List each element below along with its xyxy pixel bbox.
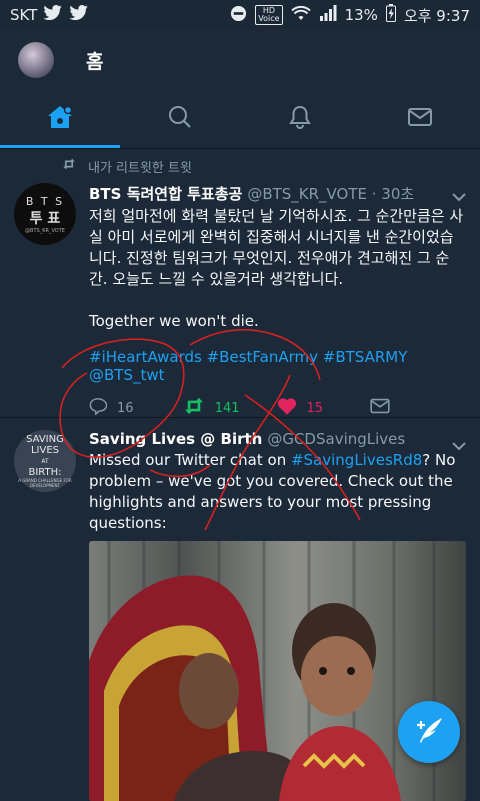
retweet-button[interactable]: 141: [183, 397, 277, 419]
hd-voice-badge: HD Voice: [255, 5, 283, 25]
avatar-text: @BTS_KR_VOTE: [25, 227, 65, 234]
saving-lives-avatar[interactable]: SAVING LIVES AT BIRTH: A GRAND CHALLENGE…: [14, 430, 76, 492]
signal-icon: [319, 5, 337, 25]
voice-label: Voice: [258, 14, 280, 23]
tweet-header: Saving Lives @ Birth @GCDSavingLives: [89, 430, 464, 448]
retweet-small-icon: [62, 158, 76, 174]
reply-button[interactable]: 16: [89, 397, 183, 419]
author-name[interactable]: BTS 독려연합 투표총공: [89, 183, 242, 204]
bell-icon: [289, 105, 311, 133]
status-bar: SKT HD Voice 13% 오후 9:37: [0, 0, 480, 30]
tab-home[interactable]: [0, 90, 120, 148]
wifi-icon: [290, 5, 311, 25]
tweet-photo[interactable]: [89, 541, 466, 801]
avatar-text: AT: [41, 458, 49, 465]
like-count: 15: [306, 400, 324, 416]
chevron-down-icon[interactable]: [452, 187, 466, 206]
tweet-header: BTS 독려연합 투표총공 @BTS_KR_VOTE · 30초: [89, 183, 464, 204]
battery-percent: 13%: [344, 6, 378, 24]
do-not-disturb-icon: [230, 5, 247, 26]
author-name[interactable]: Saving Lives @ Birth: [89, 430, 262, 448]
avatar-text: A GRAND CHALLENGE FOR DEVELOPMENT: [18, 478, 72, 488]
page-title: 홈: [86, 50, 104, 73]
avatar-text: B T S: [25, 194, 65, 208]
clock: 오후 9:37: [403, 6, 470, 25]
author-handle: @BTS_KR_VOTE · 30초: [247, 185, 415, 203]
mail-icon: [408, 107, 432, 131]
heart-icon: [277, 397, 297, 419]
carrier-label: SKT: [10, 6, 38, 24]
reply-icon: [89, 397, 108, 419]
twitter-bird-icon: [69, 5, 89, 25]
tweet-text: 저희 얼마전에 화력 불탔던 날 기억하시죠. 그 순간만큼은 사실 아미 서로…: [89, 207, 464, 330]
avatar-text: SAVING: [26, 434, 64, 445]
compose-tweet-button[interactable]: [398, 701, 460, 763]
envelope-icon: [370, 398, 390, 418]
chevron-down-icon[interactable]: [452, 436, 466, 455]
tweet-text-part: Missed our Twitter chat on: [89, 451, 291, 469]
retweet-context-label: 내가 리트윗한 트윗: [88, 160, 192, 176]
retweet-count: 141: [214, 400, 240, 416]
tab-notifications[interactable]: [240, 90, 360, 148]
app-bar: 홈: [0, 30, 480, 90]
hashtag-link[interactable]: #SavingLivesRd8: [291, 451, 422, 469]
author-handle: @GCDSavingLives: [267, 430, 406, 448]
like-button[interactable]: 15: [277, 397, 371, 419]
hashtags[interactable]: #iHeartAwards #BestFanArmy #BTSARMY @BTS…: [89, 348, 464, 384]
tab-bar: [0, 90, 480, 149]
tab-search[interactable]: [120, 90, 240, 148]
reply-count: 16: [117, 400, 134, 416]
share-button[interactable]: [370, 398, 464, 418]
retweet-icon: [183, 397, 205, 419]
home-icon: [47, 105, 73, 133]
search-icon: [168, 105, 192, 133]
quill-icon: [414, 716, 444, 748]
avatar-text: LIVES: [30, 445, 60, 456]
twitter-bird-icon: [43, 5, 63, 25]
battery-charging-icon: [385, 4, 396, 26]
profile-avatar[interactable]: [18, 42, 54, 78]
avatar-text: 투 표: [29, 210, 61, 227]
avatar-text: BIRTH:: [28, 467, 62, 478]
tweet-text: Missed our Twitter chat on #SavingLivesR…: [89, 450, 464, 534]
tab-messages[interactable]: [360, 90, 480, 148]
tweet[interactable]: 내가 리트윗한 트윗 B T S 투 표 @BTS_KR_VOTE BTS 독려…: [0, 149, 480, 418]
bts-vote-avatar[interactable]: B T S 투 표 @BTS_KR_VOTE: [14, 183, 76, 245]
retweet-context: 내가 리트윗한 트윗: [0, 149, 480, 183]
